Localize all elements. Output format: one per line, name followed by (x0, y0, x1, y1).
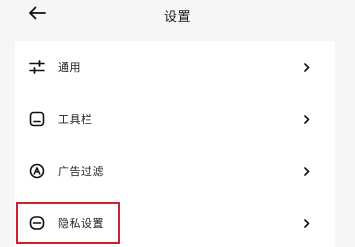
header-bar: 设置 (0, 0, 355, 32)
sliders-icon (28, 58, 46, 76)
settings-item-privacy[interactable]: 隐私设置 (15, 197, 335, 247)
settings-item-label: 隐私设置 (58, 217, 104, 230)
settings-list: 通用 工具栏 广告过滤 隐私设置 (15, 41, 335, 247)
chevron-right-icon (303, 218, 311, 228)
chevron-right-icon (303, 62, 311, 72)
settings-screen: 设置 通用 工具栏 广告过滤 隐私设置 (0, 0, 355, 247)
settings-item-label: 广告过滤 (58, 165, 104, 178)
settings-item-label: 通用 (58, 61, 81, 74)
page-title: 设置 (163, 10, 191, 25)
chevron-right-icon (303, 166, 311, 176)
settings-item-label: 工具栏 (58, 113, 93, 126)
privacy-mask-icon (28, 214, 46, 232)
settings-item-general[interactable]: 通用 (15, 41, 335, 93)
toolbar-icon (28, 110, 46, 128)
settings-item-ad-filter[interactable]: 广告过滤 (15, 145, 335, 197)
chevron-right-icon (303, 114, 311, 124)
ad-block-icon (28, 162, 46, 180)
settings-item-toolbar[interactable]: 工具栏 (15, 93, 335, 145)
